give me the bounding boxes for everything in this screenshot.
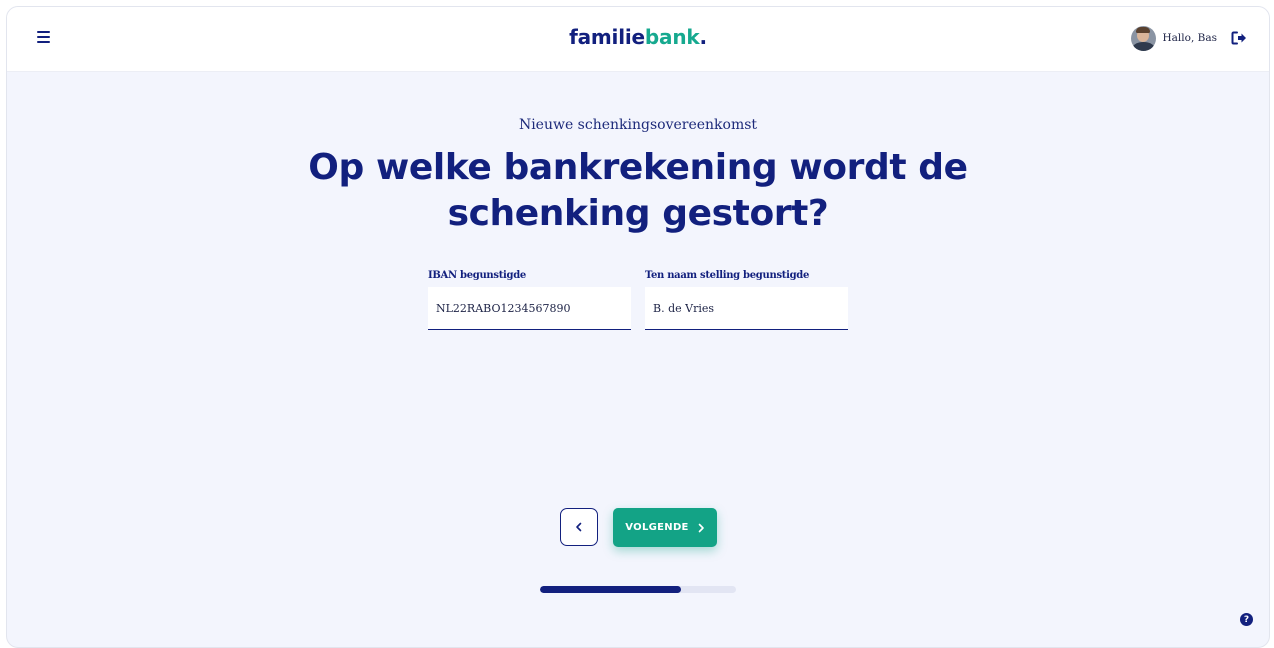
page-title: Op welke bankrekening wordt de schenking… — [308, 147, 968, 234]
page-subtitle: Nieuwe schenkingsovereenkomst — [518, 117, 758, 133]
chevron-left-icon — [576, 522, 582, 532]
beneficiary-name-input[interactable]: B. de Vries — [645, 287, 848, 330]
beneficiary-name-label: Ten naam stelling begunstigde — [645, 270, 810, 281]
next-button[interactable]: VOLGENDE — [613, 508, 717, 547]
sign-out-icon[interactable] — [1231, 31, 1247, 45]
question-circle-icon[interactable]: ? — [1240, 613, 1253, 626]
app-window: familiebank. Hallo, Bas Nieuwe schenking… — [6, 6, 1270, 648]
iban-field: IBAN begunstigde NL22RABO1234567890 — [428, 270, 631, 330]
iban-label: IBAN begunstigde — [428, 270, 526, 281]
chevron-right-icon — [698, 523, 704, 532]
logo-dot: . — [699, 25, 707, 49]
logo-text-familie: familie — [569, 25, 645, 49]
familiebank-logo[interactable]: familiebank. — [7, 25, 1269, 49]
avatar[interactable] — [1130, 25, 1156, 51]
back-button[interactable] — [560, 508, 598, 546]
user-menu[interactable]: Hallo, Bas — [1130, 25, 1248, 51]
progress-bar — [540, 586, 736, 593]
user-greeting: Hallo, Bas — [1162, 32, 1218, 44]
next-button-label: VOLGENDE — [625, 522, 689, 533]
progress-bar-fill — [540, 586, 682, 593]
iban-input[interactable]: NL22RABO1234567890 — [428, 287, 631, 330]
top-navigation-bar: familiebank. Hallo, Bas — [7, 7, 1269, 72]
logo-text-bank: bank — [644, 25, 700, 49]
beneficiary-name-field: Ten naam stelling begunstigde B. de Vrie… — [645, 270, 848, 330]
